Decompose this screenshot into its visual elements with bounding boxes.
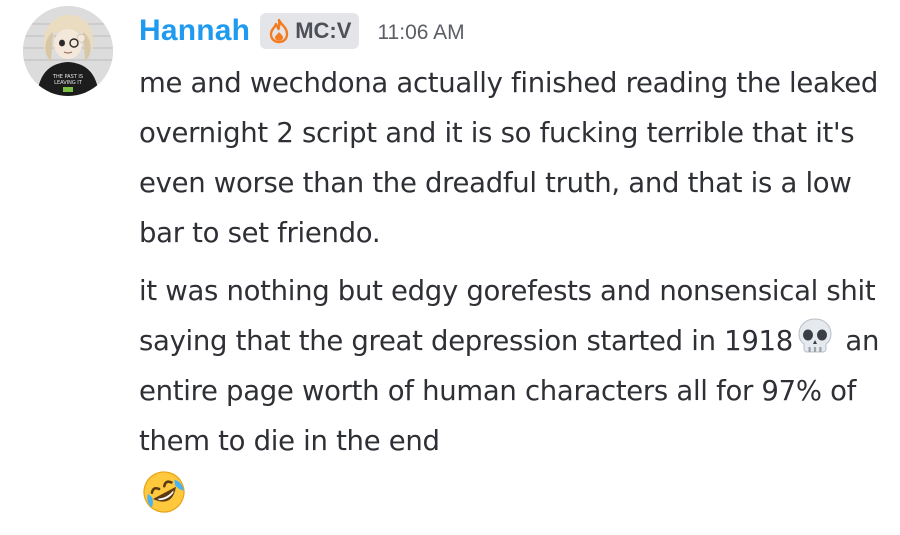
timestamp[interactable]: 11:06 AM (377, 21, 464, 45)
message-text: it was nothing but edgy gorefests and no… (139, 275, 876, 357)
message-content: me and wechdona actually finished readin… (139, 58, 891, 516)
avatar-image: THE PAST IS LEAVING IT (23, 6, 113, 96)
rolling-on-floor-laughing-emoji[interactable] (139, 466, 189, 516)
username[interactable]: Hannah (139, 14, 250, 48)
svg-text:LEAVING IT: LEAVING IT (54, 80, 83, 86)
skull-emoji[interactable] (793, 316, 837, 356)
role-tag[interactable]: MC:V (260, 13, 360, 49)
message-paragraph: me and wechdona actually finished readin… (139, 67, 878, 249)
flame-icon (264, 16, 294, 46)
message-header: Hannah MC:V 11:06 AM (139, 9, 465, 53)
chat-message: THE PAST IS LEAVING IT Hannah MC:V 11:06… (0, 0, 900, 535)
role-tag-label: MC:V (295, 18, 352, 43)
message-paragraph: it was nothing but edgy gorefests and no… (139, 266, 891, 466)
avatar[interactable]: THE PAST IS LEAVING IT (23, 6, 113, 96)
